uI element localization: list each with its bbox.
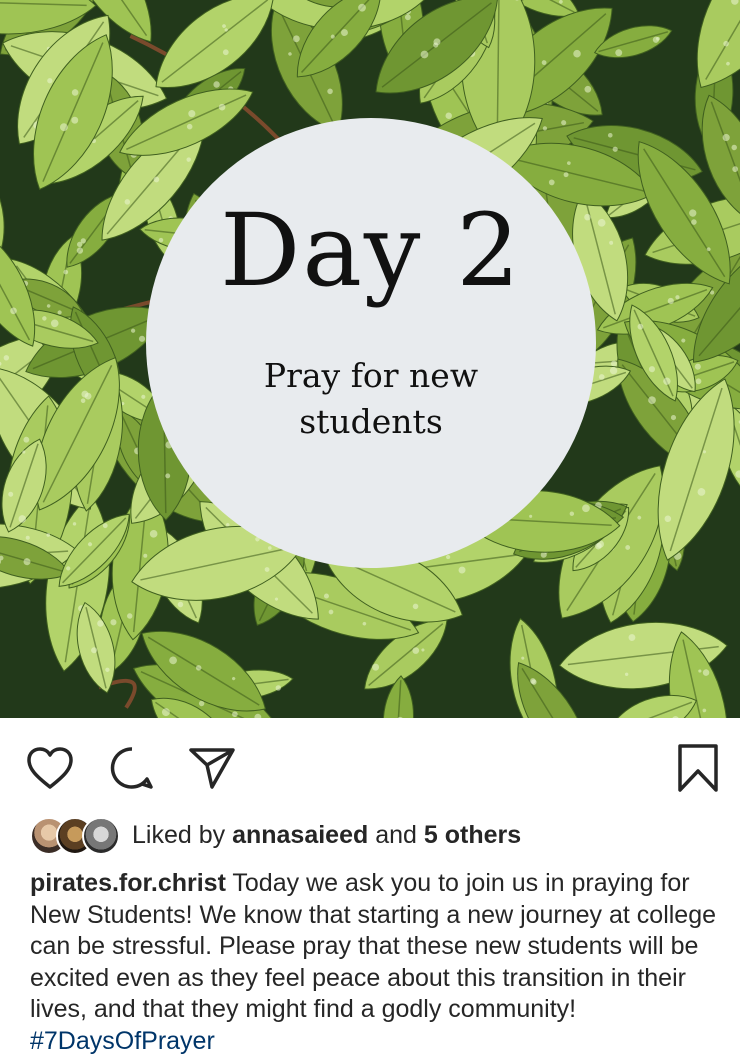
subtitle-line-2: students [299,402,443,441]
and-label: and [375,820,417,849]
hashtag-link[interactable]: #7DaysOfPrayer [30,1027,215,1055]
liked-by-label: Liked by [132,820,226,849]
post-image[interactable]: Day 2 Pray for new students [0,0,740,718]
liker-username[interactable]: annasaieed [232,821,368,850]
subtitle-line-1: Pray for new [263,356,479,395]
caption-username[interactable]: pirates.for.christ [30,869,226,897]
heart-icon[interactable] [24,742,76,794]
others-count[interactable]: 5 others [424,821,521,850]
likes-summary[interactable]: Liked by annasaieed and 5 others [30,815,521,855]
post-action-bar [0,718,740,818]
liker-avatars[interactable] [30,817,120,855]
day-title: Day 2 [220,192,522,309]
post-caption: pirates.for.christ Today we ask you to j… [30,868,720,1058]
circle-text-group: Day 2 Pray for new students [146,118,596,568]
prayer-subtitle: Pray for new students [264,353,478,445]
bookmark-icon[interactable] [672,742,724,794]
avatar [82,817,120,855]
paper-plane-icon[interactable] [186,742,238,794]
comment-icon[interactable] [106,742,158,794]
